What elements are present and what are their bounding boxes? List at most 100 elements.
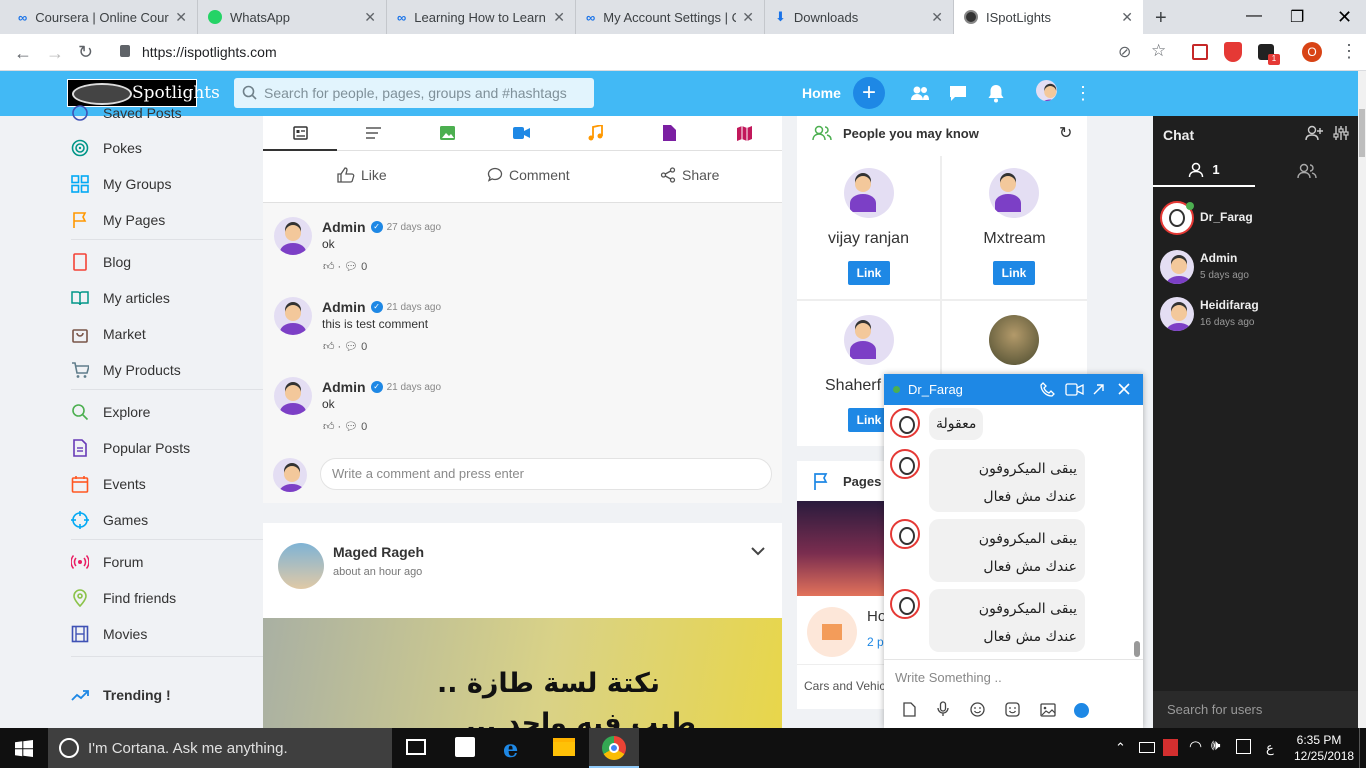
expand-icon[interactable]	[1092, 383, 1105, 396]
sidebar-item-pokes[interactable]: Pokes	[71, 139, 142, 157]
sidebar-item-my-products[interactable]: My Products	[71, 361, 181, 379]
friends-icon[interactable]	[910, 85, 930, 101]
task-view-icon[interactable]	[406, 739, 426, 755]
chat-search-input[interactable]: Search for users	[1153, 691, 1358, 728]
video-call-icon[interactable]	[1065, 383, 1084, 396]
page-avatar[interactable]	[807, 607, 857, 657]
commenter-name[interactable]: Admin	[322, 219, 366, 235]
chat-popup-header[interactable]: Dr_Farag	[884, 374, 1143, 405]
shield-extension-icon[interactable]	[1224, 42, 1242, 62]
reply-icon[interactable]: 💬︎	[344, 340, 358, 353]
comment-input[interactable]: Write a comment and press enter	[320, 458, 772, 490]
commenter-avatar[interactable]	[274, 377, 312, 415]
close-icon[interactable]: ✕	[553, 9, 565, 26]
close-icon[interactable]: ✕	[364, 9, 376, 26]
close-icon[interactable]	[1118, 383, 1130, 395]
commenter-name[interactable]: Admin	[322, 299, 366, 315]
forward-arrow-icon[interactable]: →	[46, 43, 64, 64]
emoji-icon[interactable]	[970, 702, 985, 717]
link-button[interactable]: Link	[993, 261, 1035, 285]
like-comment-icon[interactable]: 👍︎	[323, 420, 335, 433]
scrollbar-thumb[interactable]	[1359, 109, 1365, 157]
profile-avatar[interactable]: O	[1302, 42, 1322, 62]
close-icon[interactable]: ✕	[931, 9, 943, 26]
close-icon[interactable]: ✕	[742, 9, 754, 26]
refresh-icon[interactable]: ↻	[1059, 123, 1072, 143]
map-tab-icon[interactable]	[737, 126, 752, 141]
tab-learning[interactable]: ∞ Learning How to Learn ✕	[387, 0, 576, 34]
close-icon[interactable]: ✕	[1121, 9, 1133, 26]
chevron-down-icon[interactable]	[751, 547, 765, 556]
bookmark-star-icon[interactable]: ☆	[1151, 41, 1166, 61]
tab-downloads[interactable]: ⬇ Downloads ✕	[765, 0, 954, 34]
sidebar-item-find-friends[interactable]: Find friends	[71, 589, 176, 607]
reply-icon[interactable]: 💬︎	[344, 260, 358, 273]
lock-icon[interactable]	[120, 45, 130, 57]
author-avatar[interactable]	[278, 543, 324, 589]
like-button[interactable]: Like	[337, 167, 387, 183]
sidebar-item-movies[interactable]: Movies	[71, 625, 147, 643]
chat-message-input[interactable]: Write Something ..	[895, 670, 1002, 685]
restore-button[interactable]: ❐	[1290, 7, 1304, 27]
tab-ispotlights[interactable]: ISpotLights ✕	[954, 0, 1143, 34]
image-tab-icon[interactable]	[440, 126, 455, 140]
chat-popup-username[interactable]: Dr_Farag	[908, 382, 963, 397]
action-center-icon[interactable]	[1236, 739, 1251, 754]
comment-button[interactable]: Comment	[487, 167, 570, 183]
sidebar-item-forum[interactable]: Forum	[71, 553, 143, 571]
sidebar-item-market[interactable]: Market	[71, 325, 146, 343]
sidebar-item-my-articles[interactable]: My articles	[71, 289, 170, 307]
home-link[interactable]: Home	[802, 85, 841, 101]
link-button[interactable]: Link	[848, 261, 890, 285]
commenter-name[interactable]: Admin	[322, 379, 366, 395]
close-window-button[interactable]: ✕	[1337, 7, 1352, 28]
close-icon[interactable]: ✕	[175, 9, 187, 26]
language-indicator[interactable]: ع	[1266, 740, 1274, 756]
sidebar-item-events[interactable]: Events	[71, 475, 146, 493]
trending-heading[interactable]: Trending !	[71, 686, 171, 704]
sidebar-item-saved-posts[interactable]: Saved Posts	[71, 104, 182, 122]
post-author-name[interactable]: Maged Rageh	[333, 544, 424, 560]
chat-scrollbar[interactable]	[1134, 641, 1140, 657]
person-avatar[interactable]	[989, 168, 1039, 218]
person-name[interactable]: Shaherf	[825, 377, 881, 395]
show-desktop-button[interactable]	[1359, 728, 1366, 768]
person-avatar[interactable]	[844, 168, 894, 218]
microphone-icon[interactable]	[937, 701, 949, 717]
post-image[interactable]: نكتة لسة طازة .. طيب فيه واحد ...	[263, 618, 782, 728]
edge-browser-icon[interactable]: e	[503, 734, 518, 763]
attach-file-icon[interactable]	[903, 702, 916, 717]
wifi-icon[interactable]: ◠	[1189, 737, 1202, 755]
commenter-avatar[interactable]	[274, 217, 312, 255]
reply-icon[interactable]: 💬︎	[344, 420, 358, 433]
share-button[interactable]: Share	[660, 167, 719, 183]
music-tab-icon[interactable]	[588, 125, 603, 141]
color-picker-button[interactable]	[1074, 703, 1089, 718]
site-settings-icon[interactable]: ⊘	[1118, 42, 1131, 62]
reload-icon[interactable]: ↻	[78, 42, 93, 63]
file-explorer-icon[interactable]	[553, 738, 575, 756]
chat-settings-icon[interactable]	[1333, 125, 1349, 141]
sidebar-item-blog[interactable]: Blog	[71, 253, 131, 271]
windows-start-icon[interactable]	[15, 740, 33, 757]
back-arrow-icon[interactable]: ←	[14, 43, 32, 64]
like-comment-icon[interactable]: 👍︎	[323, 260, 335, 273]
show-hidden-icons-chevron[interactable]: ⌃	[1115, 740, 1126, 756]
add-user-icon[interactable]	[1305, 125, 1323, 141]
battery-icon[interactable]	[1139, 742, 1155, 753]
user-avatar[interactable]	[1036, 80, 1057, 101]
tab-coursera[interactable]: ∞ Coursera | Online Courses ✕	[8, 0, 198, 34]
commenter-avatar[interactable]	[274, 297, 312, 335]
page-scrollbar[interactable]	[1358, 71, 1366, 728]
tab-groups[interactable]	[1255, 154, 1358, 187]
sidebar-item-my-pages[interactable]: My Pages	[71, 211, 165, 229]
cortana-search-box[interactable]: I'm Cortana. Ask me anything.	[48, 728, 392, 768]
search-input[interactable]: Search for people, pages, groups and #ha…	[234, 78, 594, 108]
notifications-bell-icon[interactable]	[987, 83, 1005, 103]
sidebar-item-explore[interactable]: Explore	[71, 403, 150, 421]
sidebar-item-my-groups[interactable]: My Groups	[71, 175, 171, 193]
tab-account-settings[interactable]: ∞ My Account Settings | C ✕	[576, 0, 765, 34]
antivirus-icon[interactable]	[1163, 739, 1178, 756]
tab-online-users[interactable]: 1	[1153, 154, 1255, 187]
chrome-taskbar-button[interactable]	[589, 728, 639, 768]
